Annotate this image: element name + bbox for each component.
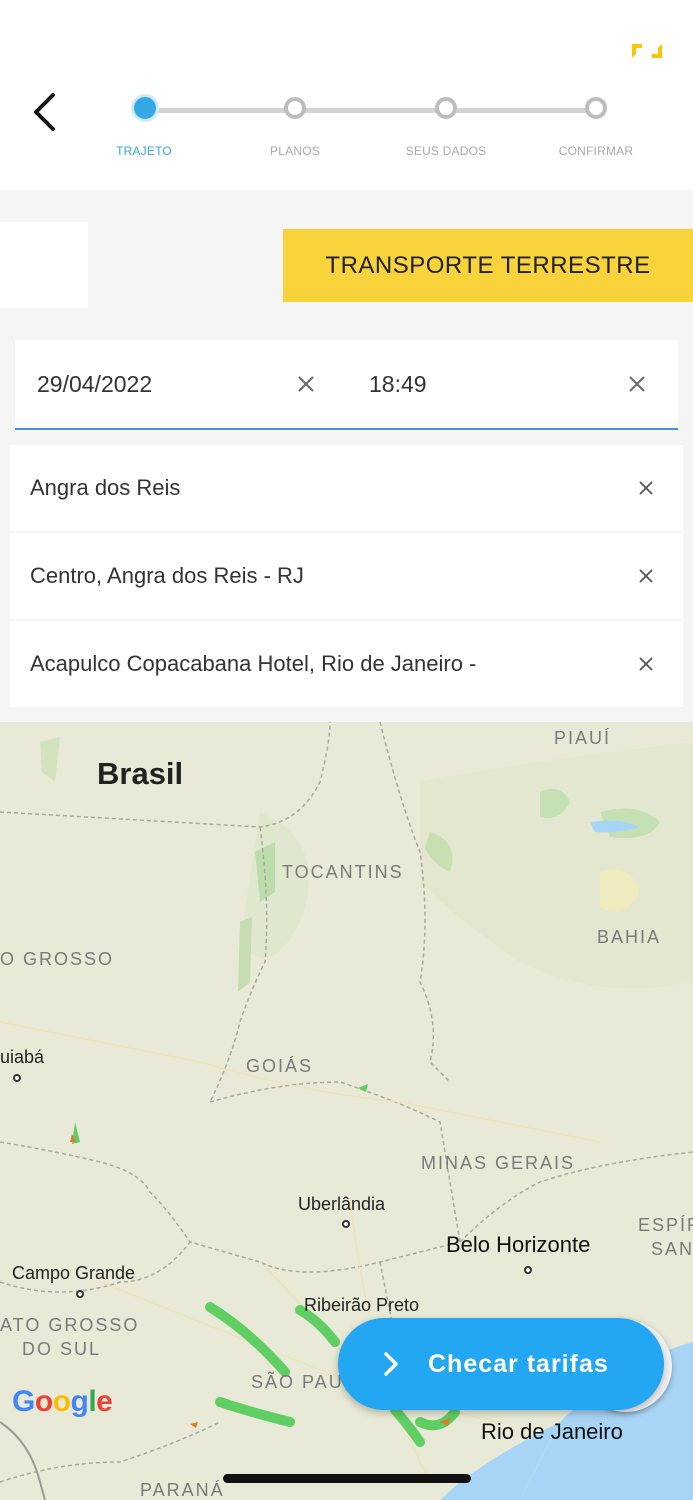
map-label-sao-paulo: SÃO PAU (251, 1372, 344, 1392)
map-label-uberlandia: Uberlândia (298, 1194, 386, 1214)
map-label-minas-gerais: MINAS GERAIS (421, 1153, 576, 1173)
step-dot-confirmar[interactable] (585, 97, 607, 119)
map-label-bahia: BAHIA (597, 927, 662, 947)
date-field[interactable]: 29/04/2022 (37, 340, 287, 428)
step-label-confirmar: CONFIRMAR (558, 144, 634, 158)
home-indicator[interactable] (223, 1474, 471, 1483)
tab-aereo-placeholder[interactable] (0, 222, 88, 308)
map-label-rio-de-janeiro: Rio de Janeiro (481, 1419, 623, 1444)
close-icon (639, 569, 653, 583)
city-marker-uberlandia (342, 1220, 350, 1228)
clear-date-button[interactable] (292, 370, 320, 398)
destination-field[interactable]: Acapulco Copacabana Hotel, Rio de Janeir… (10, 621, 683, 707)
map-label-goias: GOIÁS (246, 1056, 314, 1076)
expand-icon[interactable] (630, 42, 664, 60)
step-label-seus-dados: SEUS DADOS (405, 144, 487, 158)
map-label-mato-grosso: O GROSSO (0, 949, 115, 969)
google-attribution: Google (12, 1385, 113, 1418)
origin-city-text: Angra dos Reis (30, 475, 181, 500)
map-label-brasil: Brasil (97, 756, 184, 791)
origin-city-field[interactable]: Angra dos Reis (10, 445, 683, 531)
header: TRAJETO PLANOS SEUS DADOS CONFIRMAR (0, 0, 693, 190)
map-label-tocantins: TOCANTINS (282, 862, 404, 882)
step-dot-planos[interactable] (284, 97, 306, 119)
time-field[interactable]: 18:49 (369, 340, 609, 428)
city-marker-campo-grande (76, 1290, 84, 1298)
step-label-planos: PLANOS (270, 144, 320, 158)
step-dot-seus-dados[interactable] (435, 97, 457, 119)
datetime-row: 29/04/2022 18:49 (15, 340, 678, 430)
map-label-parana: PARANÁ (140, 1480, 225, 1500)
clear-destination-button[interactable] (639, 651, 653, 677)
clear-origin-city-button[interactable] (639, 475, 653, 501)
city-marker-cuiaba (13, 1074, 21, 1082)
tab-transporte-terrestre[interactable]: TRANSPORTE TERRESTRE (283, 229, 693, 302)
destination-text: Acapulco Copacabana Hotel, Rio de Janeir… (30, 651, 477, 676)
map-label-campo-grande: Campo Grande (12, 1263, 136, 1283)
clear-pickup-address-button[interactable] (639, 563, 653, 589)
chevron-left-icon (34, 93, 55, 131)
map-label-espirito-santo-1: ESPÍR (638, 1215, 693, 1235)
close-icon (298, 376, 314, 392)
clear-time-button[interactable] (623, 370, 651, 398)
map-label-ribeirao-preto: Ribeirão Preto (304, 1295, 420, 1315)
map-label-belo-horizonte: Belo Horizonte (446, 1232, 591, 1257)
close-icon (629, 376, 645, 392)
map-label-piaui: PIAUÍ (554, 728, 612, 748)
map-label-espirito-santo-2: SAN (651, 1239, 693, 1259)
map-label-mato-grosso-do-sul-1: ATO GROSSO (0, 1315, 140, 1335)
pickup-address-text: Centro, Angra dos Reis - RJ (30, 563, 304, 588)
step-label-trajeto: TRAJETO (116, 144, 172, 158)
close-icon (639, 481, 653, 495)
pickup-address-field[interactable]: Centro, Angra dos Reis - RJ (10, 533, 683, 619)
back-button[interactable] (22, 88, 66, 136)
check-rates-button[interactable]: Checar tarifas (338, 1318, 664, 1410)
map-label-cuiaba: uiabá (0, 1047, 45, 1067)
chevron-right-icon (384, 1352, 398, 1376)
check-rates-label: Checar tarifas (428, 1349, 609, 1378)
city-marker-belo-horizonte (524, 1266, 532, 1274)
step-dot-trajeto[interactable] (131, 94, 159, 122)
map-label-mato-grosso-do-sul-2: DO SUL (22, 1339, 102, 1359)
stepper-track (144, 108, 596, 113)
close-icon (639, 657, 653, 671)
